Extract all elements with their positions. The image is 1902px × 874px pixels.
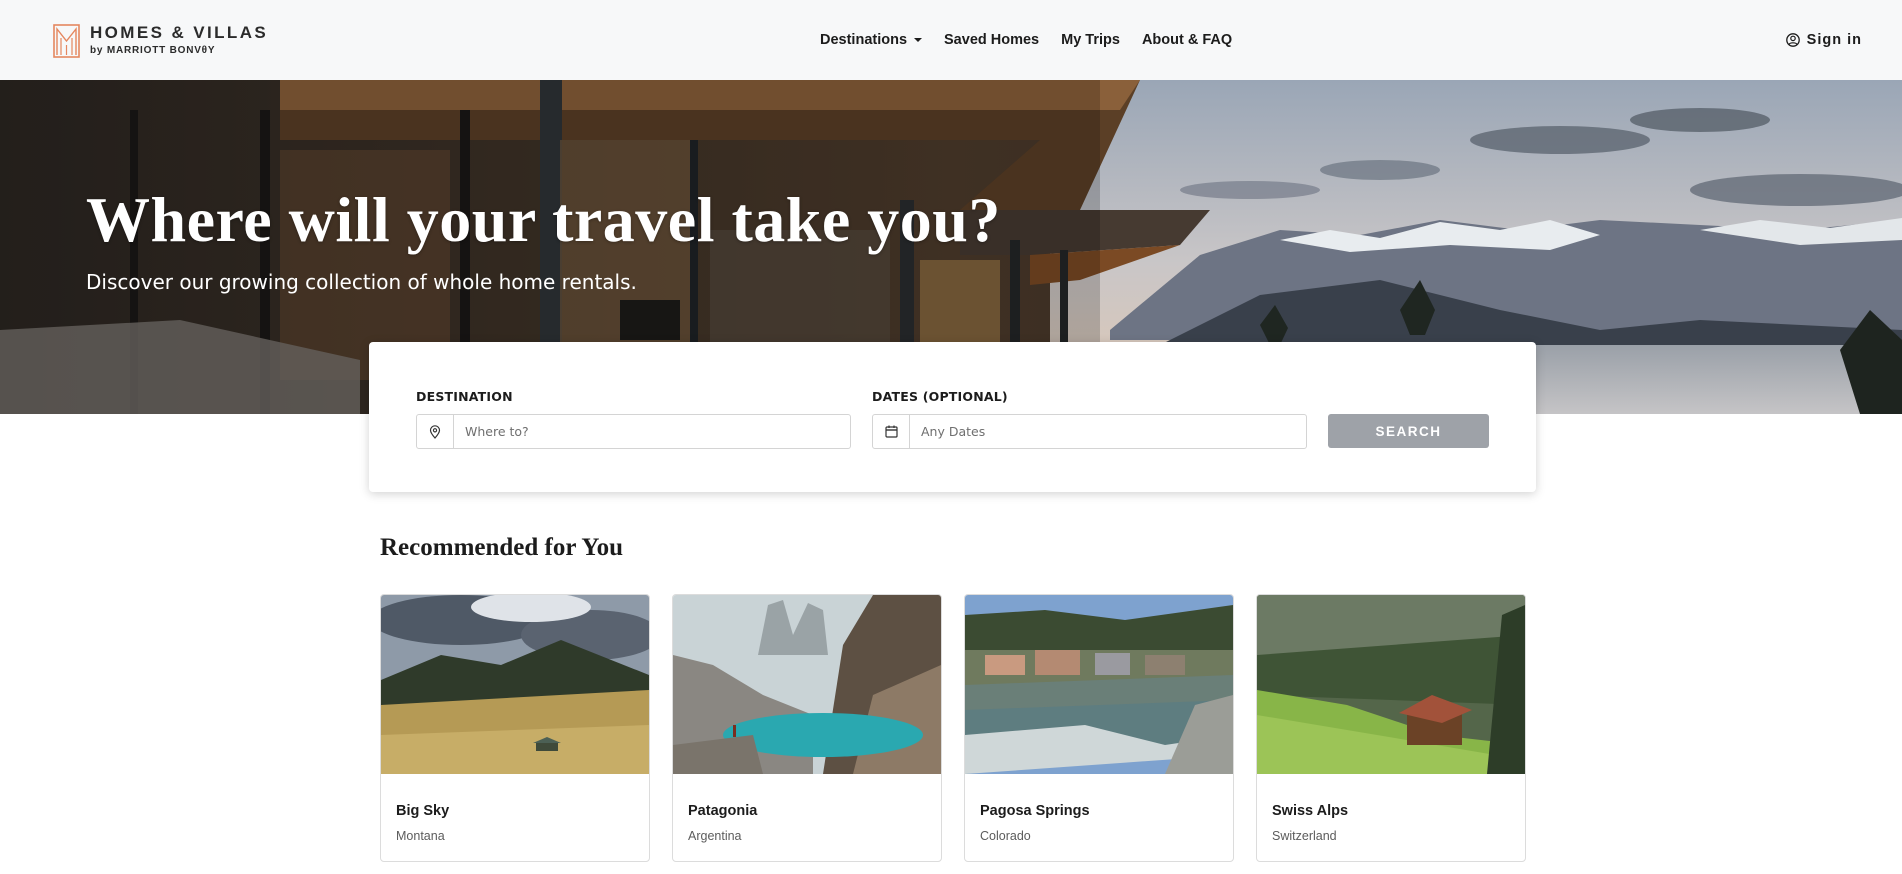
hero-title: Where will your travel take you? bbox=[86, 184, 1001, 255]
card-subtitle: Argentina bbox=[688, 829, 742, 843]
nav-destinations[interactable]: Destinations bbox=[820, 32, 923, 48]
main-nav: Destinations Saved Homes My Trips About … bbox=[820, 0, 1254, 80]
calendar-icon bbox=[873, 415, 910, 448]
card-image-patagonia bbox=[673, 595, 941, 774]
destination-card-patagonia[interactable]: Patagonia Argentina bbox=[672, 594, 942, 862]
recommended-title: Recommended for You bbox=[380, 534, 624, 561]
caret-down-icon bbox=[914, 38, 923, 42]
logo-mark-icon bbox=[53, 24, 80, 58]
card-title: Swiss Alps bbox=[1272, 803, 1349, 819]
logo-wordmark: HOMES & VILLAS bbox=[90, 23, 269, 42]
map-pin-icon bbox=[417, 415, 454, 448]
destination-card-swiss-alps[interactable]: Swiss Alps Switzerland bbox=[1256, 594, 1526, 862]
site-header: HOMES & VILLAS by MARRIOTT BONVθY Destin… bbox=[0, 0, 1902, 80]
card-title: Pagosa Springs bbox=[980, 803, 1090, 819]
destination-card-big-sky[interactable]: Big Sky Montana bbox=[380, 594, 650, 862]
search-button[interactable]: SEARCH bbox=[1328, 414, 1489, 448]
card-title: Big Sky bbox=[396, 803, 450, 819]
hero-subtitle: Discover our growing collection of whole… bbox=[86, 270, 637, 294]
card-subtitle: Switzerland bbox=[1272, 829, 1337, 843]
destination-label: DESTINATION bbox=[416, 389, 513, 404]
logo-tagline: by MARRIOTT BONVθY bbox=[90, 45, 216, 56]
nav-saved-homes[interactable]: Saved Homes bbox=[944, 32, 1039, 48]
search-panel: DESTINATION DATES (OPTIONAL) SEARCH bbox=[369, 342, 1536, 492]
card-image-pagosa-springs bbox=[965, 595, 1233, 774]
sign-in-link[interactable]: Sign in bbox=[1785, 0, 1862, 80]
destination-card-pagosa-springs[interactable]: Pagosa Springs Colorado bbox=[964, 594, 1234, 862]
nav-destinations-label: Destinations bbox=[820, 32, 908, 48]
brand-logo[interactable]: HOMES & VILLAS by MARRIOTT BONVθY bbox=[53, 24, 268, 58]
sign-in-label: Sign in bbox=[1806, 32, 1862, 48]
destination-field[interactable] bbox=[416, 414, 851, 449]
destination-input[interactable] bbox=[454, 415, 850, 448]
nav-my-trips[interactable]: My Trips bbox=[1061, 32, 1120, 48]
nav-about-faq[interactable]: About & FAQ bbox=[1142, 32, 1232, 48]
card-subtitle: Colorado bbox=[980, 829, 1031, 843]
dates-field[interactable] bbox=[872, 414, 1307, 449]
card-image-big-sky bbox=[381, 595, 649, 774]
card-title: Patagonia bbox=[688, 803, 758, 819]
user-circle-icon bbox=[1785, 33, 1800, 47]
dates-input[interactable] bbox=[910, 415, 1306, 448]
card-subtitle: Montana bbox=[396, 829, 445, 843]
dates-label: DATES (OPTIONAL) bbox=[872, 389, 1008, 404]
card-image-swiss-alps bbox=[1257, 595, 1525, 774]
